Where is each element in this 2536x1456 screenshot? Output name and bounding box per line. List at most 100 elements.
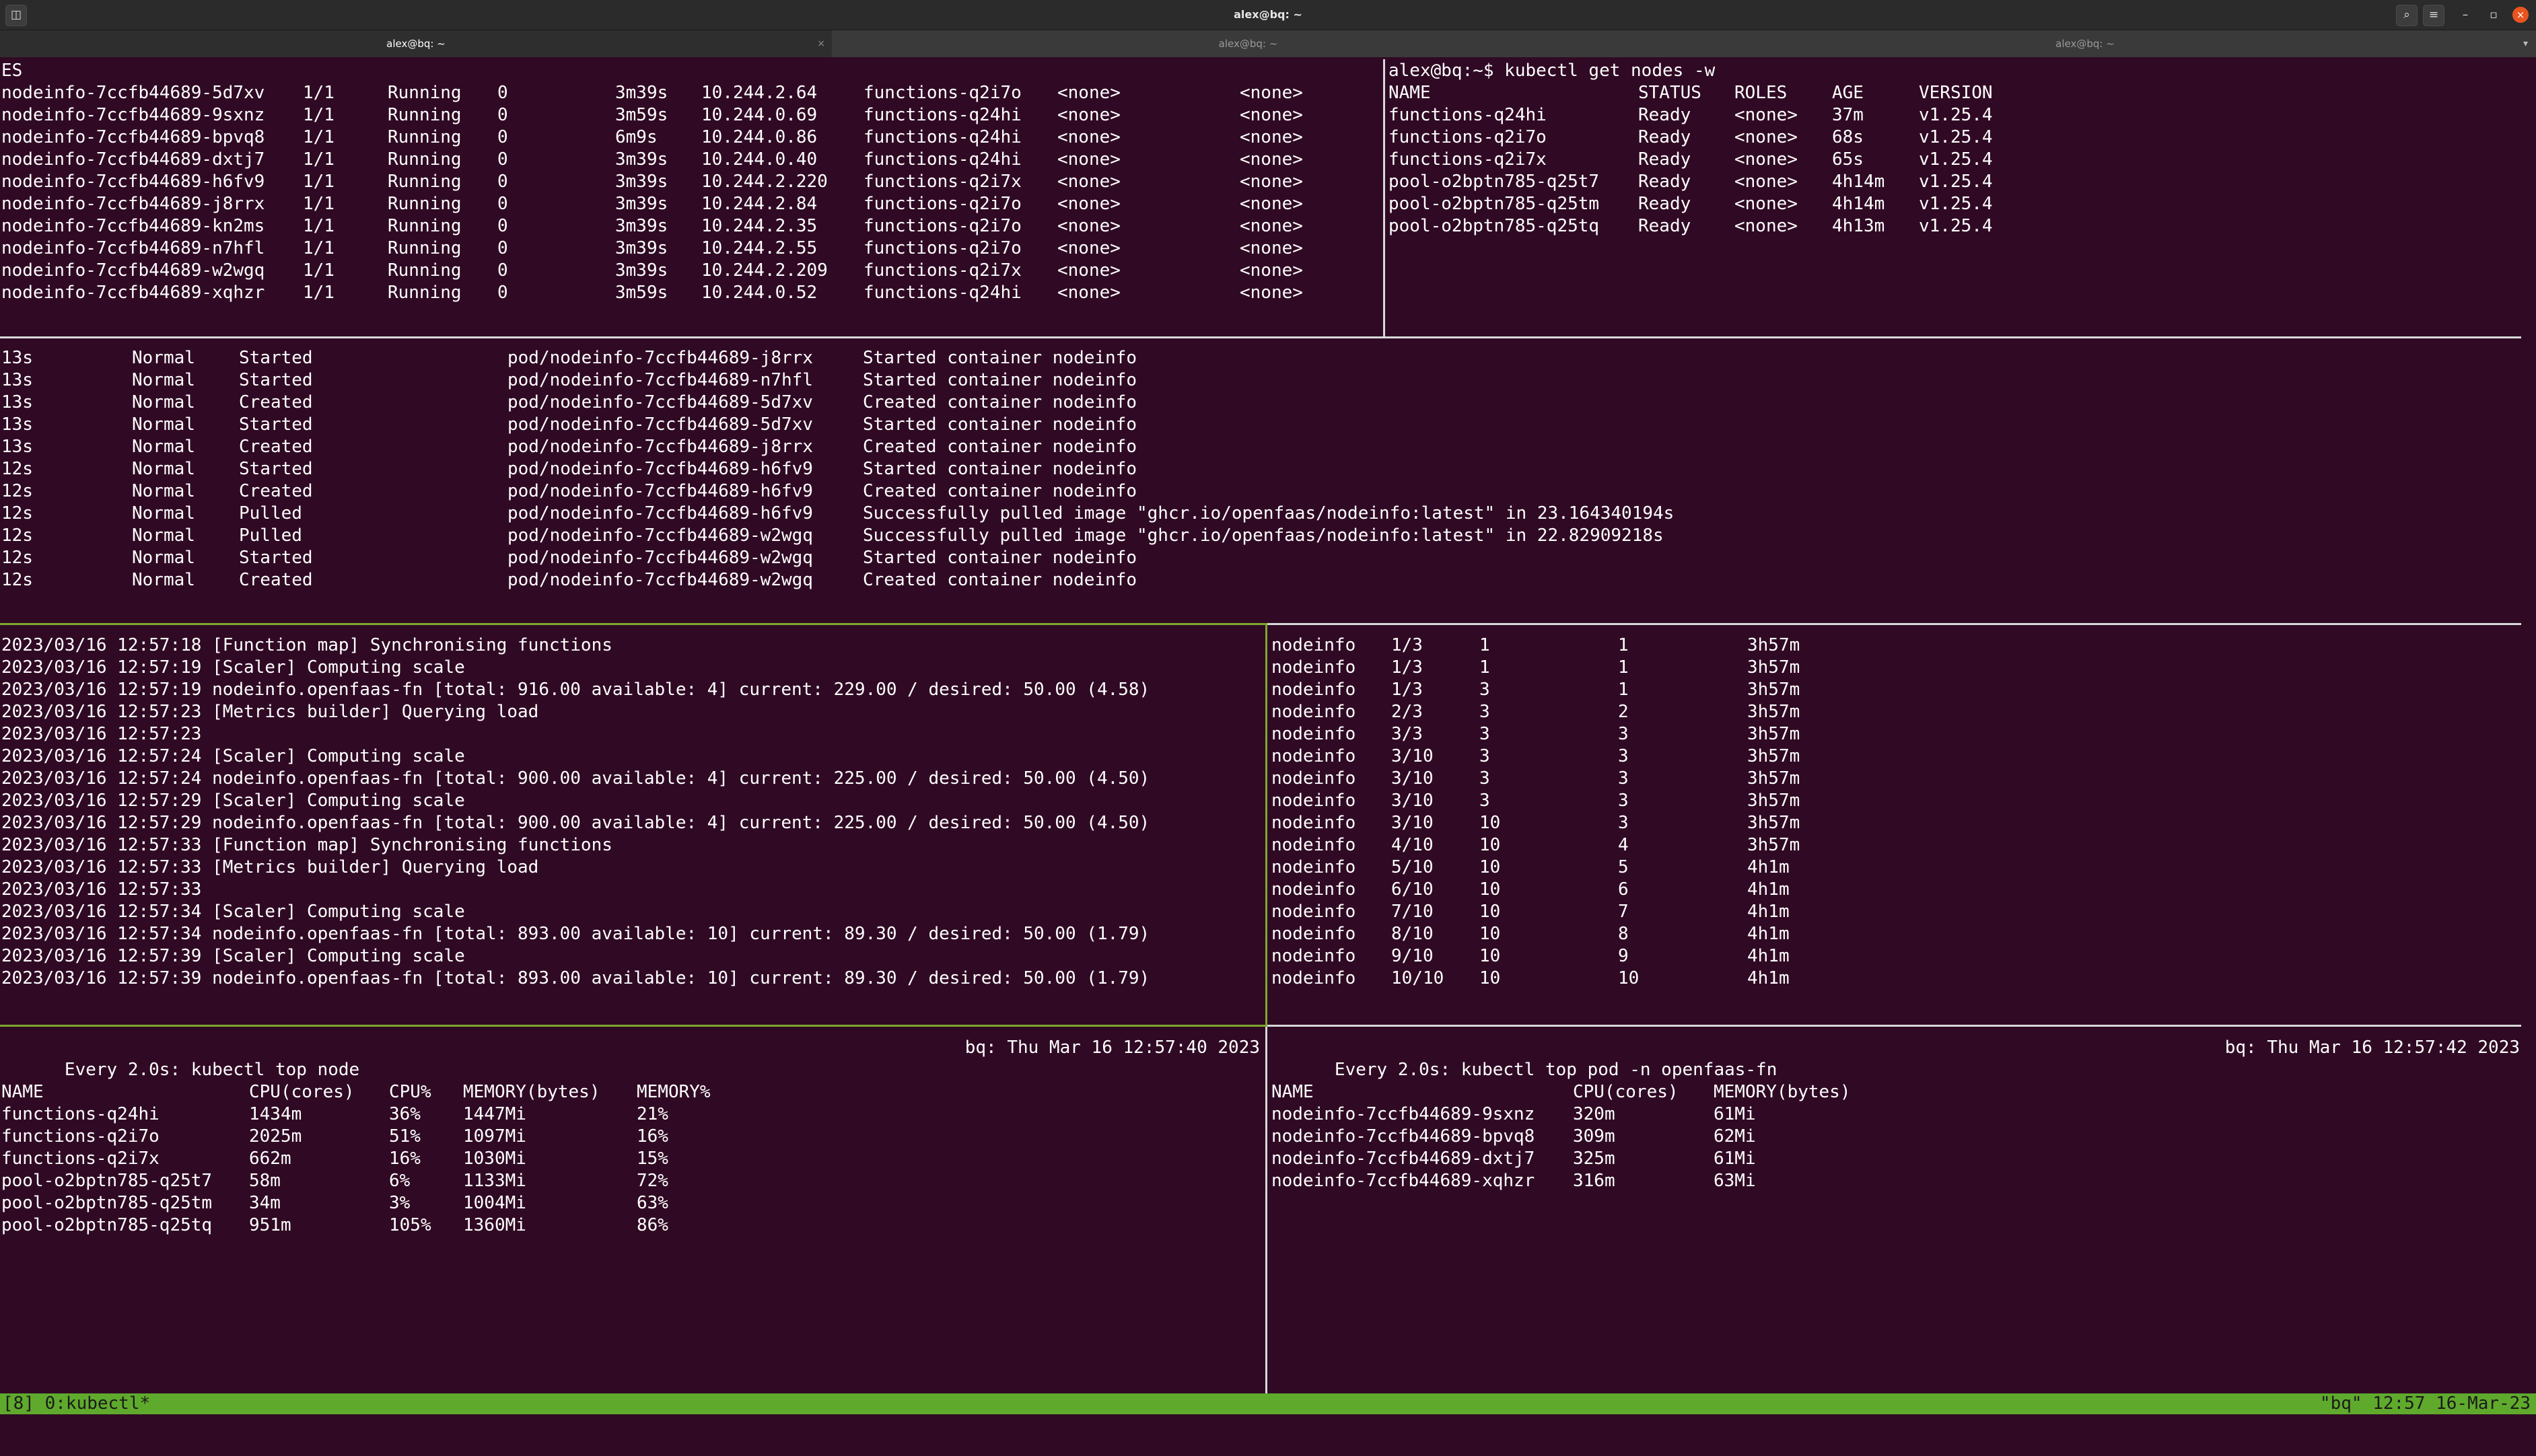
pod-row-cell: <none> bbox=[1240, 105, 1303, 125]
node-row-cell: v1.25.4 bbox=[1919, 172, 1993, 192]
event-row-cell: Successfully pulled image "ghcr.io/openf… bbox=[863, 525, 1664, 546]
event-row-cell: pod/nodeinfo-7ccfb44689-w2wgq bbox=[507, 525, 813, 546]
table-header: NAME STATUS ROLES AGE VERSION bbox=[1388, 82, 1993, 104]
log-line: 2023/03/16 12:57:19 [Scaler] Computing s… bbox=[1, 657, 465, 678]
tab-2[interactable]: alex@bq: ~ bbox=[832, 30, 1664, 57]
event-row-cell: pod/nodeinfo-7ccfb44689-w2wgq bbox=[507, 548, 813, 568]
pod-row-cell: 0 bbox=[497, 238, 508, 258]
pod-row-cell: 10.244.0.86 bbox=[701, 127, 818, 147]
replica-row-cell: nodeinfo bbox=[1271, 791, 1356, 811]
pane-divider[interactable] bbox=[1267, 1025, 2521, 1027]
node-row-cell: Ready bbox=[1638, 127, 1691, 147]
pod-row-cell: 0 bbox=[497, 83, 508, 103]
replica-row-cell: 3h57m bbox=[1747, 791, 1800, 811]
tab-list-chevron-down-icon[interactable]: ▾ bbox=[2523, 30, 2528, 57]
replica-row-cell: 10 bbox=[1479, 946, 1501, 966]
pod-row-cell: nodeinfo-7ccfb44689-kn2ms bbox=[1, 216, 265, 236]
pod-row-cell: 10.244.2.35 bbox=[701, 216, 818, 236]
events-pane[interactable]: 13s Normal Started pod/nodeinfo-7ccfb44689-… bbox=[0, 339, 2531, 622]
replica-row-cell: 1 bbox=[1618, 635, 1629, 655]
pod-row-cell: Running bbox=[388, 105, 462, 125]
event-row-cell: Created container nodeinfo bbox=[863, 392, 1137, 412]
pod-row-cell: 0 bbox=[497, 105, 508, 125]
pane-divider[interactable] bbox=[0, 336, 2521, 338]
node-row: functions-q2i7o Ready <none> 68s v1.25.4 bbox=[1388, 126, 1993, 149]
replica-row-cell: nodeinfo bbox=[1271, 879, 1356, 900]
top-pod-row-cell: nodeinfo-7ccfb44689-dxtj7 bbox=[1271, 1149, 1535, 1169]
replica-row-cell: 3 bbox=[1618, 746, 1629, 766]
replica-row-cell: 3h57m bbox=[1747, 813, 1800, 833]
pod-row-cell: <none> bbox=[1240, 216, 1303, 236]
top-pod-row-cell: nodeinfo-7ccfb44689-9sxnz bbox=[1271, 1104, 1535, 1124]
hamburger-menu-icon[interactable]: ≡ bbox=[2423, 5, 2444, 26]
top-node-row-cell: 21% bbox=[637, 1104, 668, 1124]
event-row-cell: Created bbox=[239, 481, 313, 501]
top-node-row-cell: 1133Mi bbox=[463, 1171, 526, 1191]
pod-row-cell: 0 bbox=[497, 127, 508, 147]
pane-divider[interactable] bbox=[1267, 623, 2521, 625]
pod-row: nodeinfo-7ccfb44689-xqhzr 1/1 Running 0 3m59… bbox=[1, 282, 1303, 304]
active-pane-border[interactable] bbox=[1265, 623, 1267, 1027]
nodes-pane[interactable]: alex@bq:~$ kubectl get nodes -w NAME STAT… bbox=[1386, 60, 2531, 336]
top-pod-pane[interactable]: Every 2.0s: kubectl top pod -n openfaas-… bbox=[1269, 1027, 2531, 1392]
log-line: 2023/03/16 12:57:19 nodeinfo.openfaas-fn… bbox=[1, 680, 1150, 700]
top-node-pane[interactable]: Every 2.0s: kubectl top node bq: Thu Mar… bbox=[0, 1027, 1264, 1392]
node-row-cell: v1.25.4 bbox=[1919, 127, 1993, 147]
event-row-cell: Normal bbox=[132, 414, 195, 435]
pod-row-cell: <none> bbox=[1240, 83, 1303, 103]
pod-row-cell: Running bbox=[388, 260, 462, 281]
close-icon[interactable]: × bbox=[2512, 7, 2529, 23]
event-row-cell: Created bbox=[239, 437, 313, 457]
event-row-cell: Started bbox=[239, 414, 313, 435]
event-row-cell: pod/nodeinfo-7ccfb44689-h6fv9 bbox=[507, 459, 813, 479]
event-row-cell: pod/nodeinfo-7ccfb44689-h6fv9 bbox=[507, 503, 813, 523]
event-row-cell: Started container nodeinfo bbox=[863, 459, 1137, 479]
log-line: 2023/03/16 12:57:33 bbox=[1, 879, 202, 900]
log-line: 2023/03/16 12:57:34 nodeinfo.openfaas-fn… bbox=[1, 924, 1150, 944]
event-row-cell: Normal bbox=[132, 370, 195, 390]
replica-row-cell: 4h1m bbox=[1747, 924, 1790, 944]
top-node-row: functions-q2i7x 662m 16% 1030Mi 15% bbox=[1, 1148, 1260, 1170]
pane-divider[interactable] bbox=[1265, 1027, 1267, 1393]
pod-row-cell: <none> bbox=[1240, 172, 1303, 192]
tab-close-icon[interactable]: × bbox=[817, 30, 825, 57]
replica-row-cell: 3h57m bbox=[1747, 680, 1800, 700]
tmux-window-list[interactable]: [8] 0:kubectl* bbox=[3, 1393, 150, 1414]
top-node-row-cell: 3% bbox=[389, 1193, 411, 1213]
replica-row-cell: 4 bbox=[1618, 835, 1629, 855]
event-row-cell: Started bbox=[239, 548, 313, 568]
top-node-row: functions-q2i7o 2025m 51% 1097Mi 16% bbox=[1, 1126, 1260, 1148]
search-icon[interactable]: ⌕ bbox=[2396, 5, 2418, 26]
pod-row: nodeinfo-7ccfb44689-w2wgq 1/1 Running 0 3m39… bbox=[1, 260, 1303, 282]
replica-row-cell: nodeinfo bbox=[1271, 702, 1356, 722]
active-pane-border[interactable] bbox=[0, 623, 1265, 625]
top-pod-row-cell: 325m bbox=[1573, 1149, 1615, 1169]
pod-row-cell: 1/1 bbox=[303, 172, 334, 192]
top-node-row-cell: pool-o2bptn785-q25tm bbox=[1, 1193, 213, 1213]
pod-row-cell: Running bbox=[388, 283, 462, 303]
autoscaler-logs-pane[interactable]: 2023/03/16 12:57:18 [Function map] Synch… bbox=[0, 626, 1264, 1024]
pod-row-cell: <none> bbox=[1057, 238, 1121, 258]
top-pod-row-cell: 316m bbox=[1573, 1171, 1615, 1191]
pod-row: nodeinfo-7ccfb44689-j8rrx 1/1 Running 0 3m39… bbox=[1, 193, 1303, 215]
minimize-icon[interactable]: – bbox=[2455, 5, 2475, 25]
maximize-icon[interactable]: ▫ bbox=[2484, 5, 2504, 25]
replica-row-cell: 3/10 bbox=[1391, 768, 1434, 789]
tab-1[interactable]: alex@bq: ~ × bbox=[0, 30, 832, 57]
replicas-pane[interactable]: nodeinfo 1/3 1 1 3h57m nodeinfo 1/3 1 1 3h57m node… bbox=[1269, 626, 2531, 1024]
column-header: MEMORY(bytes) bbox=[1714, 1082, 1851, 1102]
top-node-row-cell: 1004Mi bbox=[463, 1193, 526, 1213]
pane-divider[interactable] bbox=[1383, 59, 1385, 336]
active-pane-border[interactable] bbox=[0, 1025, 1265, 1027]
event-row-cell: 13s bbox=[1, 370, 33, 390]
replica-row-cell: 10 bbox=[1479, 879, 1501, 900]
node-row-cell: v1.25.4 bbox=[1919, 194, 1993, 214]
tab-3[interactable]: alex@bq: ~ bbox=[1664, 30, 2506, 57]
pod-row: nodeinfo-7ccfb44689-9sxnz 1/1 Running 0 3m59… bbox=[1, 104, 1303, 126]
pod-row-cell: 3m59s bbox=[615, 105, 668, 125]
event-row-cell: Created bbox=[239, 392, 313, 412]
pod-row-cell: Running bbox=[388, 216, 462, 236]
pods-pane[interactable]: ES nodeinfo-7ccfb44689-5d7xv 1/1 Running 0 3… bbox=[0, 60, 1381, 336]
pod-row: nodeinfo-7ccfb44689-kn2ms 1/1 Running 0 3m39… bbox=[1, 215, 1303, 238]
replica-row-cell: 3 bbox=[1479, 768, 1490, 789]
